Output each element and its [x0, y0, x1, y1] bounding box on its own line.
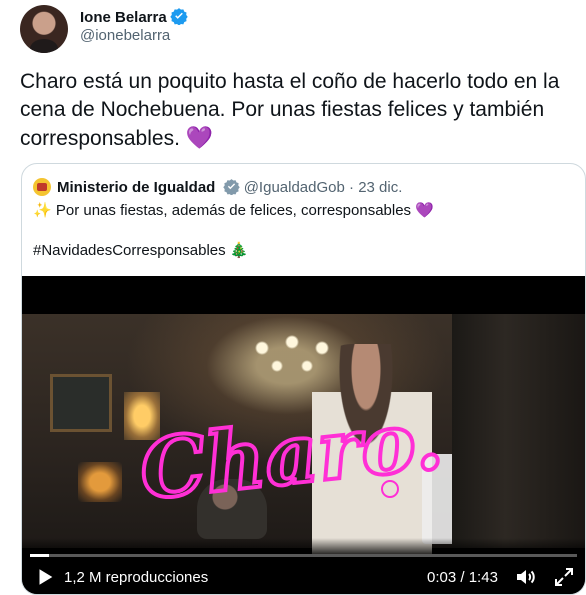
ministry-logo-icon — [33, 178, 51, 196]
christmas-tree-icon: 🎄 — [229, 242, 249, 259]
progress-bar[interactable] — [30, 554, 577, 557]
tweet-text: Charo está un poquito hasta el coño de h… — [20, 68, 576, 153]
tweet-author[interactable]: Ione Belarra — [80, 7, 188, 28]
view-count: 1,2 M reproducciones — [64, 569, 209, 586]
hashtag-link[interactable]: #NavidadesCorresponsables — [33, 242, 226, 259]
purple-heart-icon: 💜 — [185, 125, 214, 150]
progress-fill — [30, 554, 50, 557]
fullscreen-icon[interactable] — [552, 565, 576, 589]
avatar[interactable] — [20, 5, 68, 53]
time-separator: / — [460, 569, 465, 586]
play-icon[interactable] — [34, 566, 56, 588]
author-name[interactable]: Ione Belarra — [80, 9, 167, 26]
volume-icon[interactable] — [514, 565, 538, 589]
charo-title: Charo. — [136, 392, 447, 519]
quoted-tweet-text: ✨ Por unas fiestas, además de felices, c… — [33, 201, 573, 221]
author-handle[interactable]: @ionebelarra — [80, 27, 170, 44]
hashtag-line: #NavidadesCorresponsables 🎄 — [33, 241, 248, 261]
tweet-body: Charo está un poquito hasta el coño de h… — [20, 70, 560, 150]
current-time: 0:03 — [427, 569, 457, 586]
video-player[interactable]: Charo. 1,2 M reproducciones 0:03 / 1:43 — [22, 276, 585, 594]
quoted-date[interactable]: 23 dic. — [358, 179, 402, 196]
verified-badge-icon — [170, 8, 188, 25]
purple-heart-icon: 💜 — [415, 202, 434, 219]
duration: 1:43 — [468, 569, 498, 586]
sparkles-icon: ✨ — [33, 202, 52, 219]
quoted-tweet[interactable]: Ministerio de Igualdad @IgualdadGob · 23… — [21, 163, 586, 595]
quoted-body: Por unas fiestas, además de felices, cor… — [55, 202, 412, 219]
quoted-author-name[interactable]: Ministerio de Igualdad — [57, 179, 215, 196]
video-time: 0:03 / 1:43 — [427, 569, 498, 587]
quoted-author-handle[interactable]: @IgualdadGob — [244, 179, 345, 196]
verified-badge-icon — [222, 179, 240, 195]
dot-separator: · — [349, 179, 355, 196]
quoted-tweet-header: Ministerio de Igualdad @IgualdadGob · 23… — [33, 178, 402, 197]
